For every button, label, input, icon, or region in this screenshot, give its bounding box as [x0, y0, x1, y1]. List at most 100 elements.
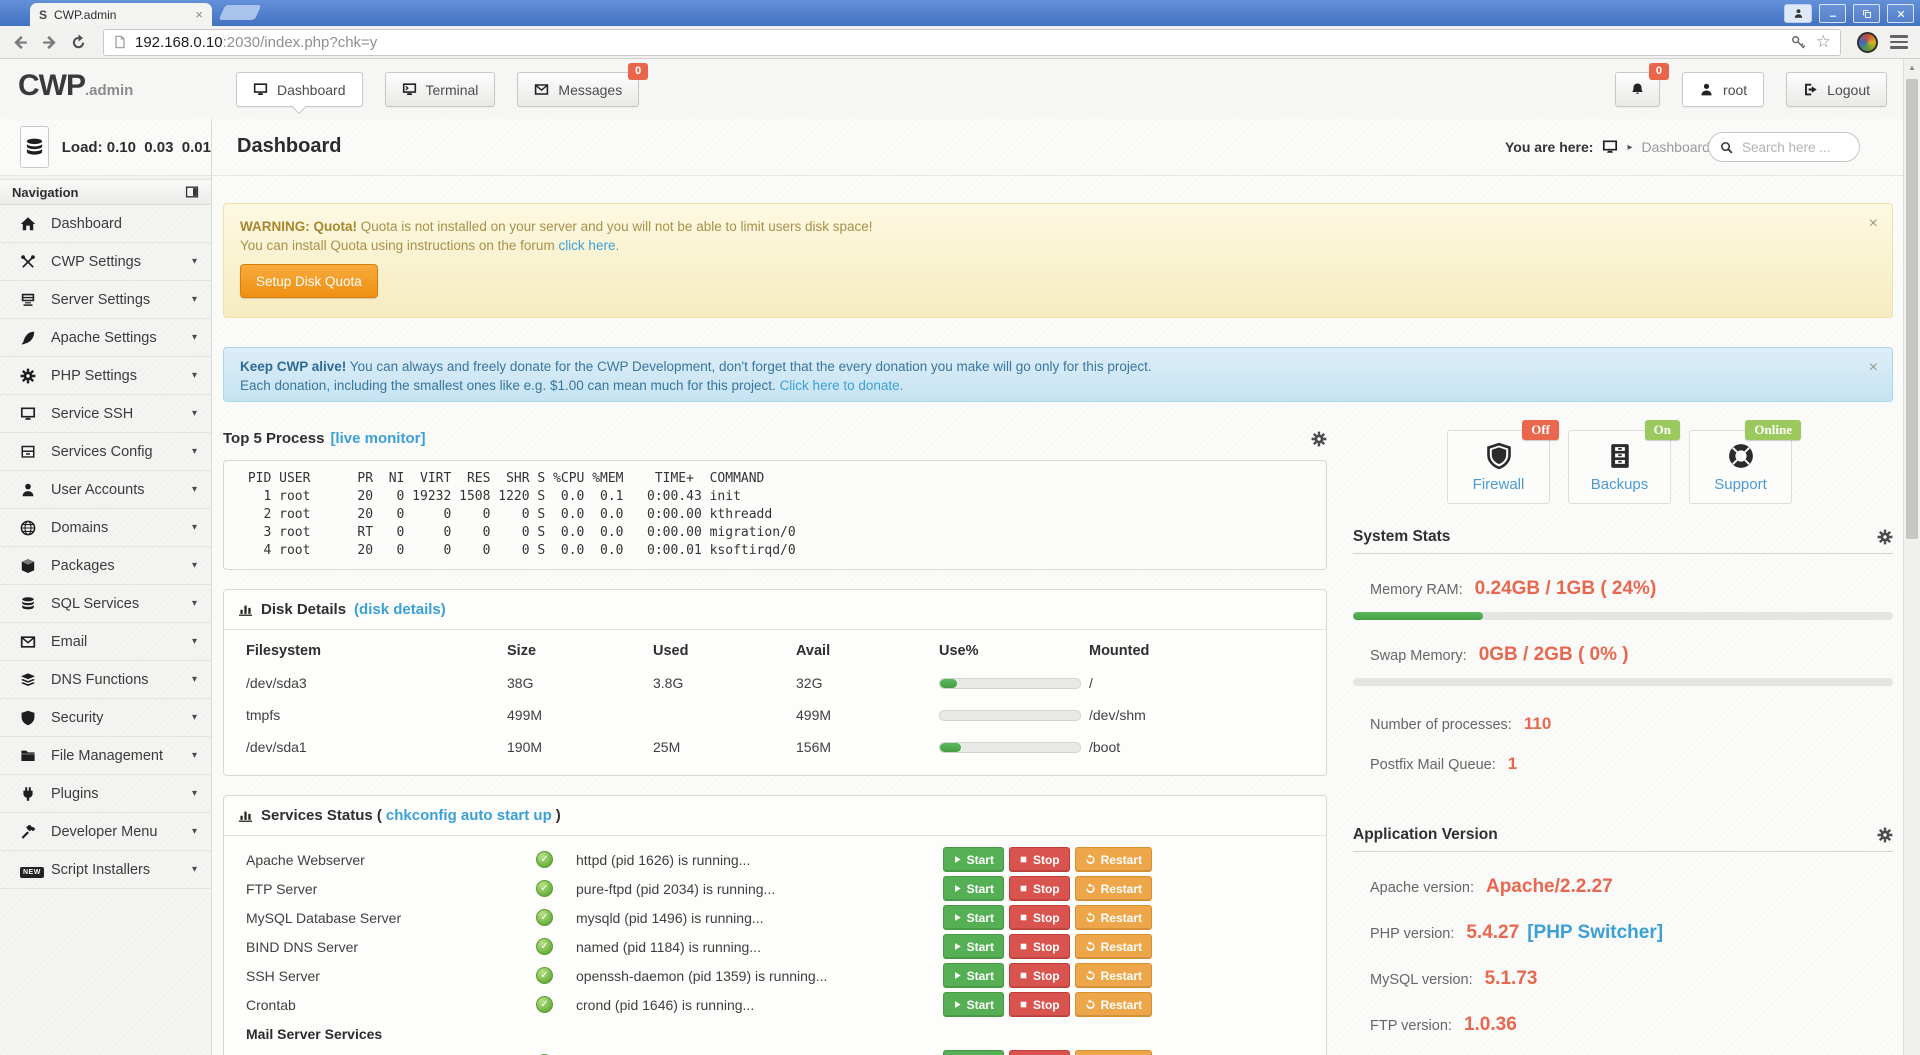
sidebar-item-php-settings[interactable]: PHP Settings▾: [0, 357, 211, 395]
logout-button[interactable]: Logout: [1786, 72, 1887, 107]
start-button[interactable]: Start: [943, 963, 1004, 988]
top-process-heading: Top 5 Process [live monitor]: [223, 430, 1327, 447]
sidebar-item-dns-functions[interactable]: DNS Functions▾: [0, 661, 211, 699]
sidebar-item-cwp-settings[interactable]: CWP Settings▾: [0, 243, 211, 281]
start-button[interactable]: Start: [943, 905, 1004, 930]
columns-icon[interactable]: [185, 185, 199, 199]
sidebar-item-script-installers[interactable]: NEWScript Installers▾: [0, 851, 211, 889]
sidebar-item-domains[interactable]: Domains▾: [0, 509, 211, 547]
browser-titlebar: S CWP.admin ×: [0, 0, 1920, 26]
restart-button[interactable]: Restart: [1075, 847, 1152, 872]
sidebar-item-packages[interactable]: Packages▾: [0, 547, 211, 585]
stop-button[interactable]: Stop: [1009, 963, 1070, 988]
scrollbar-thumb[interactable]: [1906, 79, 1918, 539]
restart-button[interactable]: Restart: [1075, 992, 1152, 1017]
quota-warning-alert: WARNING: Quota! Quota is not installed o…: [223, 203, 1893, 318]
sidebar-item-dashboard[interactable]: Dashboard: [0, 205, 211, 243]
sidebar-item-file-management[interactable]: File Management▾: [0, 737, 211, 775]
minimize-icon[interactable]: [1819, 4, 1846, 23]
donate-link[interactable]: Click here to donate.: [780, 378, 904, 393]
stop-button[interactable]: Stop: [1009, 1050, 1070, 1055]
alert-close-icon[interactable]: ×: [1869, 214, 1878, 233]
url-field[interactable]: 192.168.0.10:2030/index.php?chk=y ☆: [103, 29, 1841, 56]
gear-icon[interactable]: [1877, 529, 1893, 545]
stop-button[interactable]: Stop: [1009, 992, 1070, 1017]
restart-button[interactable]: Restart: [1075, 876, 1152, 901]
stop-button[interactable]: Stop: [1009, 905, 1070, 930]
notifications-button[interactable]: 0: [1615, 72, 1660, 107]
alert-close-icon[interactable]: ×: [1869, 358, 1878, 377]
search-input[interactable]: [1740, 139, 1848, 156]
live-monitor-link[interactable]: [live monitor]: [330, 430, 425, 447]
breadcrumb-current[interactable]: Dashboard: [1641, 139, 1710, 155]
start-button[interactable]: Start: [943, 992, 1004, 1017]
disk-details-link[interactable]: (disk details): [354, 601, 446, 618]
stop-button[interactable]: Stop: [1009, 847, 1070, 872]
card-firewall[interactable]: OffFirewall: [1447, 430, 1550, 504]
start-button[interactable]: Start: [943, 1050, 1004, 1055]
start-button[interactable]: Start: [943, 934, 1004, 959]
card-support[interactable]: OnlineSupport: [1689, 430, 1792, 504]
memory-ram-value: 0.24GB / 1GB ( 24%): [1475, 578, 1657, 600]
header-tab-messages[interactable]: Messages0: [517, 72, 639, 107]
chkconfig-link[interactable]: chkconfig auto start up: [386, 807, 552, 824]
setup-disk-quota-button[interactable]: Setup Disk Quota: [240, 264, 378, 298]
quota-click-here-link[interactable]: click here: [558, 238, 615, 253]
breadcrumb: You are here: ▸ Dashboard: [1505, 139, 1710, 155]
sidebar-item-email[interactable]: Email▾: [0, 623, 211, 661]
folder-icon: [20, 748, 46, 764]
user-button[interactable]: root: [1682, 72, 1764, 107]
sidebar-item-services-config[interactable]: Services Config▾: [0, 433, 211, 471]
reload-icon[interactable]: [70, 34, 87, 51]
browser-tab[interactable]: S CWP.admin ×: [30, 3, 212, 26]
sidebar-item-service-ssh[interactable]: Service SSH▾: [0, 395, 211, 433]
sidebar-item-user-accounts[interactable]: User Accounts▾: [0, 471, 211, 509]
mail-queue-row: Postfix Mail Queue: 1: [1353, 754, 1893, 774]
scroll-up-icon[interactable]: ▲: [1904, 59, 1920, 75]
browser-urlbar: 192.168.0.10:2030/index.php?chk=y ☆: [0, 26, 1920, 59]
restart-button[interactable]: Restart: [1075, 1050, 1152, 1055]
sidebar-item-plugins[interactable]: Plugins▾: [0, 775, 211, 813]
card-backups[interactable]: OnBackups: [1568, 430, 1671, 504]
stop-button[interactable]: Stop: [1009, 934, 1070, 959]
gear-icon[interactable]: [1311, 431, 1327, 447]
page-scrollbar[interactable]: ▲: [1903, 59, 1920, 1055]
php-switcher-link[interactable]: [PHP Switcher]: [1527, 922, 1663, 944]
hammer-icon: [20, 824, 46, 840]
top-process-panel: PID USER PR NI VIRT RES SHR S %CPU %MEM …: [223, 460, 1327, 570]
start-button[interactable]: Start: [943, 847, 1004, 872]
stop-icon: [1019, 971, 1028, 980]
sidebar-item-developer-menu[interactable]: Developer Menu▾: [0, 813, 211, 851]
close-icon[interactable]: [1887, 4, 1914, 23]
new-tab-button[interactable]: [219, 5, 262, 20]
sidebar-item-apache-settings[interactable]: Apache Settings▾: [0, 319, 211, 357]
chrome-profile-avatar[interactable]: [1857, 32, 1878, 53]
load-button[interactable]: [20, 126, 49, 168]
disk-table: FilesystemSizeUsedAvailUse%Mounted /dev/…: [224, 630, 1326, 775]
browser-menu-icon[interactable]: [1890, 35, 1908, 49]
header-tab-terminal[interactable]: Terminal: [385, 72, 496, 107]
bookmark-star-icon[interactable]: ☆: [1816, 32, 1831, 52]
restart-button[interactable]: Restart: [1075, 905, 1152, 930]
sidebar-item-security[interactable]: Security▾: [0, 699, 211, 737]
service-status-text: crond (pid 1646) is running...: [576, 997, 962, 1013]
forward-icon[interactable]: [41, 34, 58, 51]
restart-button[interactable]: Restart: [1075, 963, 1152, 988]
back-icon[interactable]: [12, 34, 29, 51]
stop-button[interactable]: Stop: [1009, 876, 1070, 901]
header-tab-dashboard[interactable]: Dashboard: [236, 72, 363, 107]
gear-icon[interactable]: [1877, 827, 1893, 843]
key-icon[interactable]: [1791, 35, 1806, 50]
sidebar-item-sql-services[interactable]: SQL Services▾: [0, 585, 211, 623]
sidebar-item-server-settings[interactable]: Server Settings▾: [0, 281, 211, 319]
start-button[interactable]: Start: [943, 876, 1004, 901]
status-ok-icon: ✓: [536, 909, 553, 926]
stop-icon: [1019, 884, 1028, 893]
restart-button[interactable]: Restart: [1075, 934, 1152, 959]
maximize-icon[interactable]: [1853, 4, 1880, 23]
disk-details-panel: Disk Details (disk details) FilesystemSi…: [223, 589, 1327, 776]
browser-profile-icon[interactable]: [1784, 4, 1812, 23]
shield-icon: [20, 710, 46, 726]
tab-close-icon[interactable]: ×: [195, 7, 203, 22]
stop-icon: [1019, 855, 1028, 864]
